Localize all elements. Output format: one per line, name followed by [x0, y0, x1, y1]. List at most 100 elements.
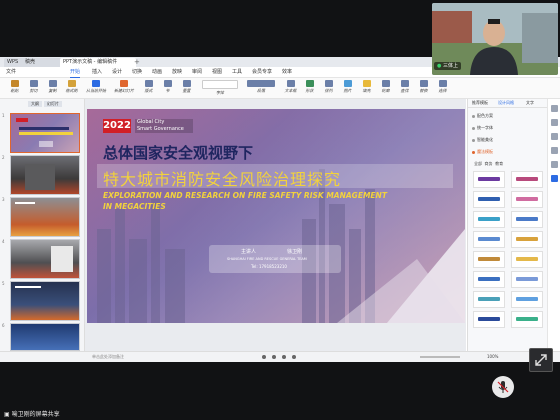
outline-button[interactable]: 轮廓 — [377, 80, 394, 96]
menu-home[interactable]: 开始 — [70, 67, 81, 78]
menu-tools[interactable]: 工具 — [232, 67, 242, 77]
menu-file[interactable]: 文件 — [6, 67, 16, 77]
shape-button[interactable]: 形状 — [301, 80, 318, 96]
arrange-button[interactable]: 排列 — [320, 80, 337, 96]
play-icon[interactable] — [292, 355, 296, 359]
status-bar: 单击此处添加备注 100% — [0, 351, 560, 362]
fullscreen-button[interactable] — [529, 348, 553, 372]
magic-template-item[interactable]: 魔法模板 — [472, 149, 493, 155]
menu-member[interactable]: 会员专享 — [252, 67, 272, 77]
paragraph-group[interactable]: 段落 — [244, 80, 278, 96]
zoom-slider[interactable] — [420, 356, 460, 358]
zoom-level[interactable]: 100% — [487, 354, 498, 359]
tab-document[interactable]: PPT演示文稿 - 编辑稿件 — [60, 58, 136, 67]
template-card[interactable] — [473, 311, 505, 328]
template-card[interactable] — [511, 191, 543, 208]
view-sorter-icon[interactable] — [272, 355, 276, 359]
filter-business[interactable]: 商务 — [485, 161, 493, 166]
property-icon[interactable] — [551, 105, 558, 112]
menu-design[interactable]: 设计 — [112, 67, 122, 77]
tab-text[interactable]: 文字 — [526, 99, 534, 107]
template-card[interactable] — [473, 271, 505, 288]
reset-button[interactable]: 重置 — [178, 80, 195, 96]
tab-recommended-templates[interactable]: 推荐模板 — [472, 99, 488, 107]
tab-outline[interactable]: 大纲 — [28, 101, 42, 107]
ribbon-toolbar: 粘贴 剪切 复制 格式刷 从当前开始 新建幻灯片 版式 节 重置 字体 段落 文… — [0, 78, 560, 99]
format-painter-button[interactable]: 格式刷 — [63, 80, 80, 96]
new-tab-icon[interactable]: + — [134, 57, 140, 67]
template-card[interactable] — [511, 211, 543, 228]
paste-icon — [10, 80, 19, 87]
color-scheme-item[interactable]: 配色方案 — [472, 113, 493, 119]
unify-font-item[interactable]: 统一字体 — [472, 125, 493, 131]
template-filter-tabs: 全部 商务 教育 — [474, 161, 503, 167]
slide-thumbnail[interactable] — [10, 281, 80, 321]
slide-1[interactable]: 2022 Global City Smart Governance 总体国家安全… — [87, 109, 465, 323]
view-normal-icon[interactable] — [262, 355, 266, 359]
template-card[interactable] — [511, 251, 543, 268]
picture-button[interactable]: 图片 — [339, 80, 356, 96]
fill-button[interactable]: 填充 — [358, 80, 375, 96]
slide-thumbnail[interactable] — [10, 323, 80, 351]
layout-button[interactable]: 版式 — [140, 80, 157, 96]
replace-button[interactable]: 替换 — [415, 80, 432, 96]
select-icon — [438, 80, 447, 87]
slide-thumbnail[interactable] — [10, 155, 80, 195]
tab-slides[interactable]: 幻灯片 — [44, 101, 62, 107]
new-slide-button[interactable]: 新建幻灯片 — [112, 80, 136, 96]
tab-design-style[interactable]: 设计风格 — [498, 99, 514, 107]
thumb-text-line — [15, 202, 35, 204]
section-button[interactable]: 节 — [159, 80, 176, 96]
magic-icon[interactable] — [551, 175, 558, 182]
template-card[interactable] — [473, 171, 505, 188]
slide-thumbnail[interactable] — [10, 239, 80, 279]
play-icon — [92, 80, 100, 87]
menu-review[interactable]: 审阅 — [192, 67, 202, 77]
template-card[interactable] — [511, 291, 543, 308]
textbox-icon — [286, 80, 295, 87]
template-card[interactable] — [473, 191, 505, 208]
slide-thumbnail[interactable] — [10, 113, 80, 153]
template-card[interactable] — [473, 291, 505, 308]
template-card[interactable] — [473, 211, 505, 228]
reset-icon — [182, 80, 191, 87]
slide-thumbnail[interactable] — [10, 197, 80, 237]
settings-icon[interactable] — [551, 161, 558, 168]
smart-beautify-item[interactable]: 智能美化 — [472, 137, 493, 143]
slide-subtitle-en-2: IN MEGACITIES — [103, 202, 166, 211]
paste-button[interactable]: 粘贴 — [6, 80, 23, 96]
menu-efficiency[interactable]: 效率 — [282, 67, 292, 77]
brush-icon — [67, 80, 76, 87]
menu-transition[interactable]: 切换 — [132, 67, 142, 77]
filter-all[interactable]: 全部 — [474, 161, 482, 166]
play-from-current-button[interactable]: 从当前开始 — [84, 80, 108, 96]
notes-placeholder[interactable]: 单击此处添加备注 — [92, 354, 124, 360]
menu-slideshow[interactable]: 放映 — [172, 67, 182, 77]
menu-view[interactable]: 视图 — [212, 67, 222, 77]
microphone-button[interactable] — [492, 376, 514, 398]
template-card[interactable] — [473, 251, 505, 268]
font-icon — [472, 126, 475, 130]
animation-icon[interactable] — [551, 133, 558, 140]
font-group[interactable]: 字体 — [200, 80, 240, 96]
tab-daoke[interactable]: 稿壳 — [22, 58, 62, 67]
design-icon[interactable] — [551, 119, 558, 126]
thumb-badge — [16, 118, 28, 122]
cut-button[interactable]: 剪切 — [25, 80, 42, 96]
menu-animation[interactable]: 动画 — [152, 67, 162, 77]
tab-wps[interactable]: WPS — [4, 58, 24, 67]
template-card[interactable] — [473, 231, 505, 248]
template-card[interactable] — [511, 311, 543, 328]
filter-education[interactable]: 教育 — [495, 161, 503, 166]
view-reading-icon[interactable] — [282, 355, 286, 359]
copy-button[interactable]: 复制 — [44, 80, 61, 96]
menu-insert[interactable]: 插入 — [92, 67, 102, 77]
select-button[interactable]: 选择 — [434, 80, 451, 96]
template-card[interactable] — [511, 231, 543, 248]
find-button[interactable]: 查找 — [396, 80, 413, 96]
transition-icon[interactable] — [551, 147, 558, 154]
template-card[interactable] — [511, 271, 543, 288]
slide-subtitle-en-1: EXPLORATION AND RESEARCH ON FIRE SAFETY … — [103, 191, 387, 200]
textbox-button[interactable]: 文本框 — [282, 80, 299, 96]
template-card[interactable] — [511, 171, 543, 188]
